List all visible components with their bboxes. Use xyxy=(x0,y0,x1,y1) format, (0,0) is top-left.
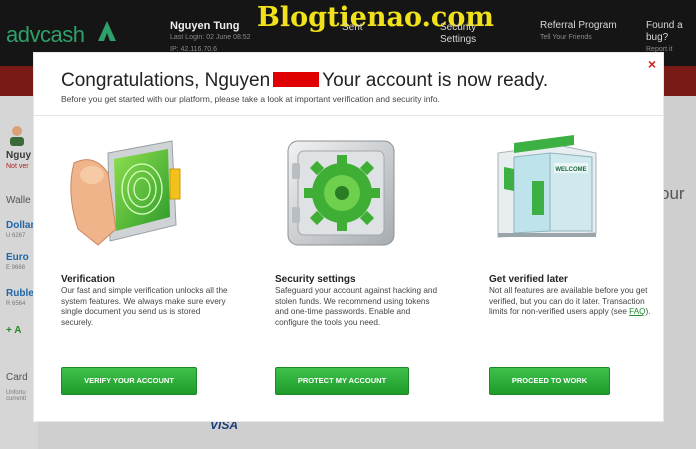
sidebar-user-name: Nguy xyxy=(6,150,31,161)
nav-found-bug[interactable]: Found a bug? Report it xyxy=(646,20,683,56)
security-settings-description: Safeguard your account against hacking a… xyxy=(275,286,438,327)
welcome-door-icon: WELCOME xyxy=(497,135,597,238)
get-verified-later-description: Not all features are available before yo… xyxy=(489,286,651,318)
cards-note: Unfortu currentl xyxy=(6,390,27,402)
welcome-sign-text: WELCOME xyxy=(555,167,586,173)
redacted-surname xyxy=(273,72,320,87)
user-info[interactable]: Nguyen Tung Last Login: 02 June 08:52 IP… xyxy=(170,20,251,56)
modal-title-greeting: Congratulations, Nguyen xyxy=(61,70,271,91)
nav-security-settings[interactable]: Security Settings xyxy=(440,22,476,46)
wallet-ruble-id: R 6564 xyxy=(6,301,26,307)
faq-link[interactable]: FAQ xyxy=(629,307,645,316)
user-name: Nguyen Tung xyxy=(170,20,240,32)
wallet-dollar-id: U 6267 xyxy=(6,233,26,239)
get-verified-later-title: Get verified later xyxy=(489,274,568,285)
get-verified-later-text-end: ). xyxy=(645,307,651,316)
verification-status: Not ver xyxy=(6,163,29,170)
advcash-logo-mark-icon xyxy=(98,21,116,41)
close-icon[interactable]: × xyxy=(645,57,659,71)
advcash-logo: advcash xyxy=(6,22,85,47)
security-settings-title: Security settings xyxy=(275,274,356,285)
nav-referral-sub: Tell Your Friends xyxy=(540,34,592,41)
wallet-dollar[interactable]: Dollar xyxy=(6,220,34,231)
last-login: Last Login: 02 June 08:52 xyxy=(170,34,251,41)
nav-bug-label: Found a bug? xyxy=(646,20,683,43)
cards-heading: Card xyxy=(6,372,28,383)
fingerprint-tablet-icon xyxy=(70,140,181,246)
security-safe-icon xyxy=(287,140,395,246)
get-verified-later-text: Not all features are available before yo… xyxy=(489,286,648,316)
add-wallet-button[interactable]: + A xyxy=(6,325,21,336)
wallet-euro-id: E 9668 xyxy=(6,265,26,271)
wallets-heading: Walle xyxy=(6,195,31,206)
modal-subtitle: Before you get started with our platform… xyxy=(61,94,440,104)
modal-title: Congratulations, Nguyen Your account is n… xyxy=(61,70,548,92)
modal-title-ready: Your account is now ready. xyxy=(322,70,549,91)
proceed-to-work-button[interactable]: PROCEED TO WORK xyxy=(489,367,610,395)
nav-referral-program[interactable]: Referral Program Tell Your Friends xyxy=(540,20,617,44)
verification-description: Our fast and simple verification unlocks… xyxy=(61,286,228,327)
protect-my-account-button[interactable]: PROTECT MY ACCOUNT xyxy=(275,367,409,395)
verification-title: Verification xyxy=(61,274,115,285)
nav-sent[interactable]: Sent xyxy=(342,22,363,34)
nav-referral-label: Referral Program xyxy=(540,20,617,31)
avatar-icon xyxy=(10,126,24,146)
wallet-euro[interactable]: Euro xyxy=(6,252,29,263)
welcome-modal: × Congratulations, Nguyen Your account is… xyxy=(33,52,664,422)
wallet-ruble[interactable]: Ruble xyxy=(6,288,34,299)
verify-your-account-button[interactable]: VERIFY YOUR ACCOUNT xyxy=(61,367,197,395)
modal-divider xyxy=(34,115,663,116)
